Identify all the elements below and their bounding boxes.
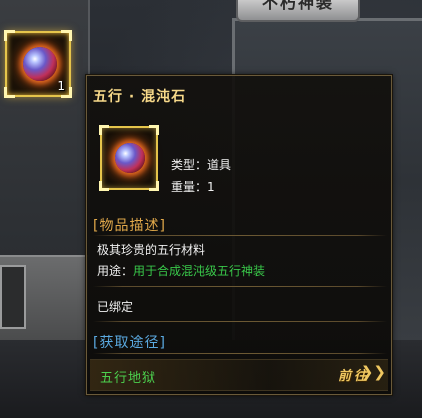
divider: [93, 321, 387, 322]
panel-title: 不朽神装: [261, 0, 334, 12]
icon-corner: [149, 125, 159, 135]
chaos-orb-icon: [115, 143, 145, 173]
empty-slot[interactable]: [0, 265, 26, 329]
item-weight: 重量：1: [171, 178, 215, 195]
source-header: [获取途径]: [93, 335, 166, 351]
icon-corner: [99, 181, 109, 191]
icon-corner: [149, 181, 159, 191]
tooltip-item-icon-frame: [99, 125, 159, 191]
item-slot-chaos-stone[interactable]: 1: [4, 30, 72, 98]
usage-label: 用途：: [97, 264, 134, 278]
slot-corner: [61, 30, 72, 41]
double-chevron-right-icon[interactable]: ❯❯: [361, 363, 386, 381]
divider: [93, 235, 387, 236]
item-count: 1: [57, 79, 65, 93]
slot-corner: [4, 30, 15, 41]
item-type: 类型：道具: [171, 156, 231, 173]
chaos-orb-icon: [23, 47, 57, 81]
item-tooltip: 五行 · 混沌石 类型：道具 重量：1 [物品描述] 极其珍贵的五行材料 用途：…: [86, 75, 392, 395]
panel-title-tab[interactable]: 不朽神装: [236, 0, 360, 22]
usage-line: 用途：用于合成混沌级五行神装: [97, 262, 265, 279]
description-text: 极其珍贵的五行材料: [97, 243, 206, 257]
type-value: 道具: [207, 158, 232, 172]
bound-status: 已绑定: [97, 300, 134, 314]
source-name: 五行地狱: [100, 371, 157, 386]
type-label: 类型：: [171, 158, 208, 172]
divider: [93, 286, 387, 287]
usage-value: 用于合成混沌级五行神装: [133, 264, 266, 278]
icon-corner: [99, 125, 109, 135]
weight-label: 重量：: [171, 180, 208, 194]
weight-value: 1: [207, 180, 215, 194]
item-name: 五行 · 混沌石: [93, 89, 187, 105]
source-row[interactable]: 五行地狱 前往 ❯❯: [90, 359, 388, 391]
divider: [93, 353, 387, 354]
description-header: [物品描述]: [93, 218, 166, 234]
inventory-bottom-frame: [0, 255, 88, 342]
slot-corner: [4, 87, 15, 98]
